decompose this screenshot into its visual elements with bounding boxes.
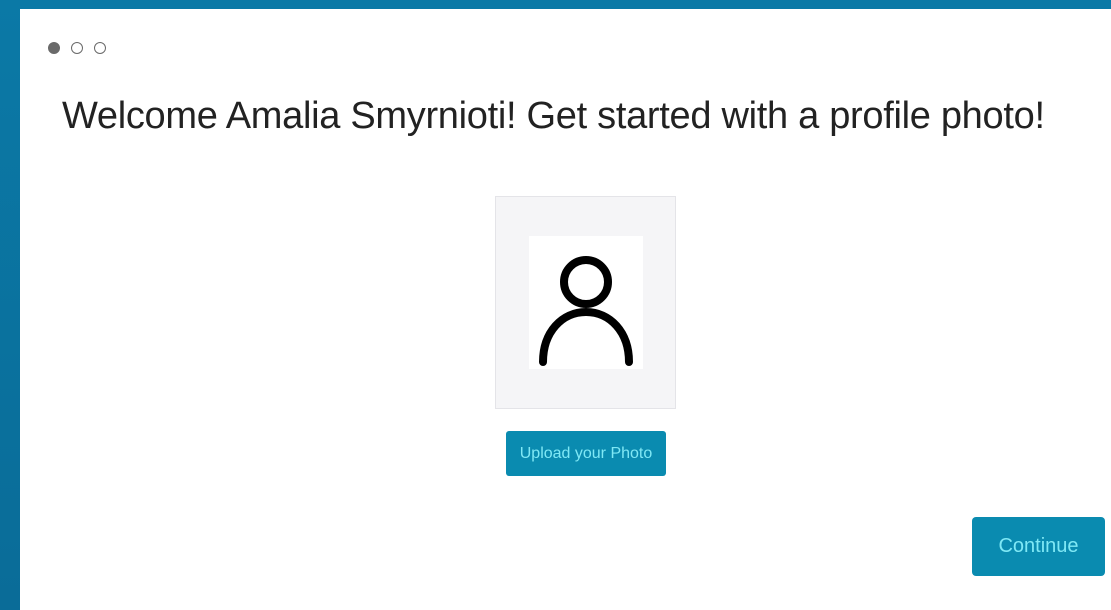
app-background: Welcome Amalia Smyrnioti! Get started wi… [0,0,1111,610]
welcome-heading: Welcome Amalia Smyrnioti! Get started wi… [62,95,1045,137]
person-outline-icon [529,236,643,369]
onboarding-card: Welcome Amalia Smyrnioti! Get started wi… [20,9,1111,610]
profile-photo-frame [495,196,676,409]
step-indicator [48,42,106,54]
step-dot-1 [48,42,60,54]
step-dot-3 [94,42,106,54]
step-dot-2 [71,42,83,54]
continue-button[interactable]: Continue [972,517,1105,576]
upload-photo-button[interactable]: Upload your Photo [506,431,666,476]
